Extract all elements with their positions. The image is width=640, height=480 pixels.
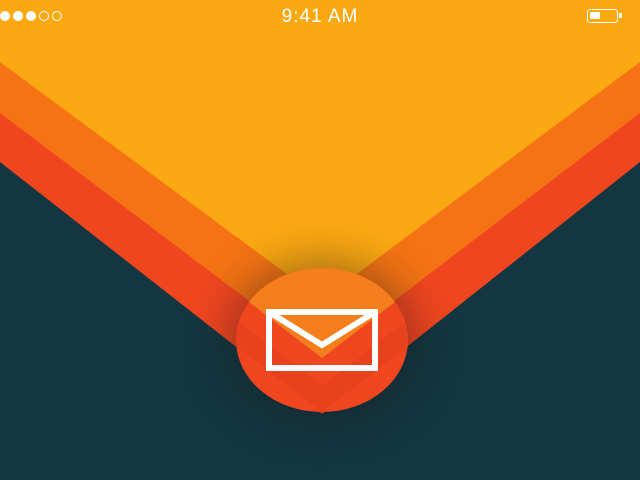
status-bar: 9:41 AM [0, 0, 640, 34]
status-time: 9:41 AM [281, 6, 359, 27]
battery-tip [619, 13, 622, 18]
mail-splash-screen: 9:41 AM [0, 0, 640, 480]
mail-button-graphic [236, 268, 408, 412]
battery-level-fill [590, 12, 600, 19]
battery-icon [587, 9, 622, 23]
mail-button[interactable] [236, 268, 408, 412]
